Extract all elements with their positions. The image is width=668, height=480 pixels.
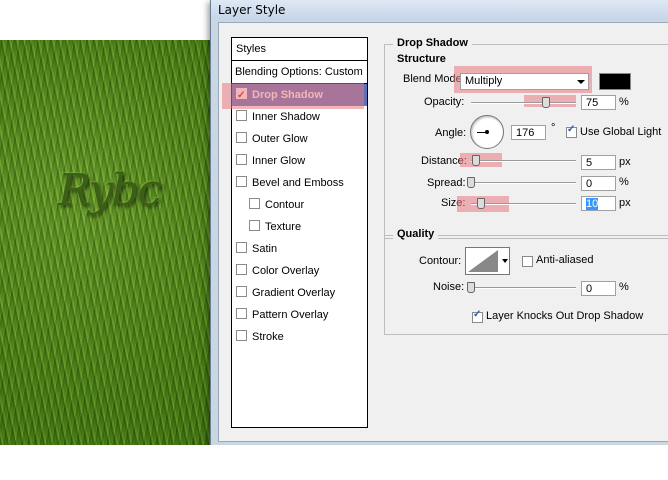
blend-mode-select[interactable]: Multiply [460,73,589,90]
noise-unit: % [619,281,629,293]
canvas-text: Rybc [58,165,162,216]
angle-dial[interactable] [470,115,504,149]
style-item-label: Inner Shadow [252,111,320,123]
dialog-client: Styles Blending Options: Custom Drop Sha… [218,22,668,442]
opacity-label: Opacity: [424,96,465,108]
use-global-light-label: Use Global Light [580,126,662,138]
style-item-label: Gradient Overlay [252,287,336,299]
contour-dropdown[interactable] [500,247,510,275]
noise-field[interactable]: 0 [581,281,616,296]
opacity-unit: % [619,96,629,108]
spread-slider[interactable] [471,182,576,184]
knockout-label: Layer Knocks Out Drop Shadow [486,310,644,322]
titlebar[interactable]: Layer Style [211,0,668,20]
angle-field[interactable]: 176 [511,125,546,140]
opacity-slider[interactable] [471,102,576,104]
style-item-label: Bevel and Emboss [252,177,344,189]
angle-unit: ° [551,122,556,134]
use-global-light-checkbox[interactable] [566,124,577,138]
noise-slider[interactable] [471,287,576,289]
opacity-field[interactable]: 75 [581,95,616,110]
style-item-label: Inner Glow [252,155,306,167]
style-item-label: Contour [265,199,305,211]
style-item-pattern-overlay[interactable]: Pattern Overlay [232,304,367,326]
style-item-checkbox[interactable] [249,198,260,209]
size-field[interactable]: 10 [581,196,616,211]
shadow-color-swatch[interactable] [599,73,631,90]
size-value-selected: 10 [586,198,599,210]
highlight-drop-shadow [222,83,364,109]
style-item-label: Stroke [252,331,284,343]
anti-aliased-checkbox[interactable] [522,256,533,267]
anti-aliased-label: Anti-aliased [536,254,594,266]
highlight-opacity [524,95,576,107]
distance-slider[interactable] [471,160,576,162]
style-item-label: Pattern Overlay [252,309,329,321]
style-item-checkbox[interactable] [236,264,247,275]
spread-label: Spread: [427,177,466,189]
drop-shadow-title: Drop Shadow [393,37,472,49]
style-item-checkbox[interactable] [249,220,260,231]
size-slider[interactable] [471,203,576,205]
style-item-checkbox[interactable] [236,308,247,319]
chevron-down-icon [502,259,508,263]
style-item-label: Texture [265,221,302,233]
contour-curve [468,250,498,272]
style-item-label: Color Overlay [252,265,320,277]
style-item-checkbox[interactable] [236,330,247,341]
canvas-grass: Rybc [0,40,212,445]
style-item-gradient-overlay[interactable]: Gradient Overlay [232,282,367,304]
distance-field[interactable]: 5 [581,155,616,170]
noise-slider-thumb[interactable] [467,282,475,293]
style-item-stroke[interactable]: Stroke [232,326,367,348]
style-item-bevel-and-emboss[interactable]: Bevel and Emboss [232,172,367,194]
noise-label: Noise: [433,281,465,293]
knockout-checkbox[interactable] [472,309,483,323]
style-item-inner-shadow[interactable]: Inner Shadow [232,106,367,128]
style-item-label: Satin [252,243,278,255]
spread-field[interactable]: 0 [581,176,616,191]
window-title: Layer Style [218,3,286,17]
blend-mode-value: Multiply [465,75,503,87]
size-slider-thumb[interactable] [477,198,485,209]
contour-preview[interactable] [465,247,501,275]
structure-title: Structure [397,53,446,65]
angle-label: Angle: [435,127,467,139]
style-item-checkbox[interactable] [236,176,247,187]
layer-style-dialog: Layer Style Styles Blending Options: Cus… [210,0,668,450]
style-item-color-overlay[interactable]: Color Overlay [232,260,367,282]
style-item-checkbox[interactable] [236,286,247,297]
spread-slider-thumb[interactable] [467,177,475,188]
style-item-outer-glow[interactable]: Outer Glow [232,128,367,150]
page-background [0,445,668,480]
contour-label: Contour: [419,255,462,267]
size-unit: px [619,197,631,209]
style-item-checkbox[interactable] [236,242,247,253]
style-item-inner-glow[interactable]: Inner Glow [232,150,367,172]
distance-unit: px [619,156,631,168]
chevron-down-icon [577,80,585,84]
blending-options-item[interactable]: Blending Options: Custom [232,61,367,84]
spread-unit: % [619,176,629,188]
style-item-satin[interactable]: Satin [232,238,367,260]
style-item-texture[interactable]: Texture [232,216,367,238]
quality-title: Quality [393,228,439,240]
style-item-label: Outer Glow [252,133,308,145]
styles-header[interactable]: Styles [232,38,367,61]
opacity-slider-thumb[interactable] [542,97,550,108]
distance-slider-thumb[interactable] [472,155,480,166]
angle-center-dot [485,130,489,134]
style-item-checkbox[interactable] [236,154,247,165]
style-item-contour[interactable]: Contour [232,194,367,216]
style-item-checkbox[interactable] [236,132,247,143]
style-item-checkbox[interactable] [236,110,247,121]
